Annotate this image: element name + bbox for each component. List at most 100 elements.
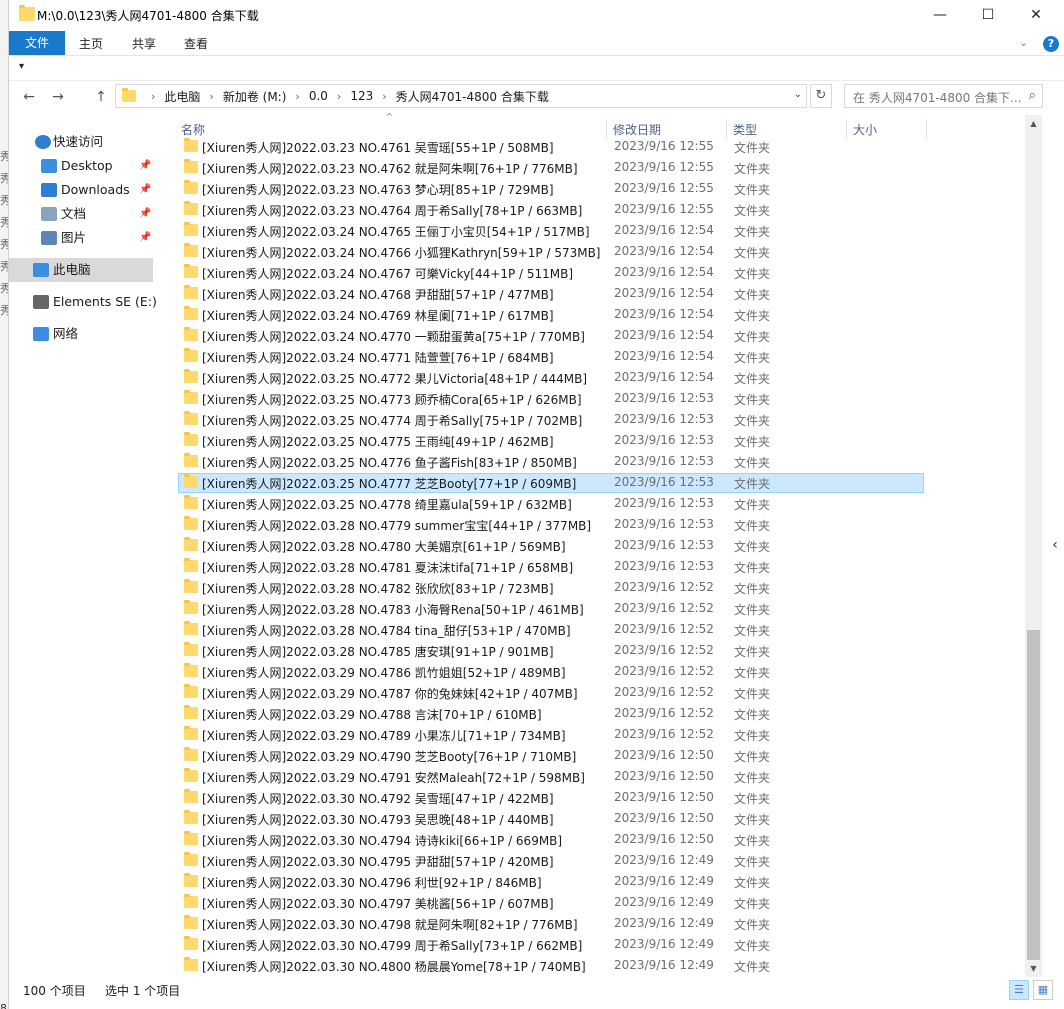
tab-share[interactable]: 共享 (122, 32, 166, 56)
sidebar-item[interactable]: Downloads 📌 (9, 178, 153, 202)
navigation-bar: ← → ↑ › 此电脑 › 新加卷 (M:) › 0.0 › 123 › 秀人网4701-4800… (9, 82, 1064, 112)
table-row[interactable]: [Xiuren秀人网]2022.03.30 NO.4800 杨晨晨Yome[78… (167, 955, 1025, 976)
breadcrumb-separator-icon[interactable]: › (151, 90, 155, 103)
table-row[interactable]: [Xiuren秀人网]2022.03.25 NO.4773 顾乔楠Cora[65… (167, 388, 1025, 409)
table-row[interactable]: [Xiuren秀人网]2022.03.30 NO.4798 就是阿朱啊[82+1… (167, 913, 1025, 934)
table-row[interactable]: [Xiuren秀人网]2022.03.24 NO.4766 小狐狸Kathryn… (167, 241, 1025, 262)
folder-icon (184, 474, 198, 488)
file-name: [Xiuren秀人网]2022.03.23 NO.4762 就是阿朱啊[76+1… (202, 162, 578, 176)
close-button[interactable]: ✕ (1013, 0, 1059, 30)
pin-icon[interactable]: 📌 (139, 154, 151, 178)
back-button[interactable]: ← (19, 88, 39, 106)
breadcrumb-item[interactable]: 0.0 (309, 89, 328, 103)
table-row[interactable]: [Xiuren秀人网]2022.03.30 NO.4796 利世[92+1P /… (167, 871, 1025, 892)
address-bar[interactable]: › 此电脑 › 新加卷 (M:) › 0.0 › 123 › 秀人网4701-4800 合集下载 … (115, 84, 807, 108)
help-icon[interactable]: ? (1043, 36, 1059, 52)
table-row[interactable]: [Xiuren秀人网]2022.03.23 NO.4763 梦心玥[85+1P … (167, 178, 1025, 199)
table-row[interactable]: [Xiuren秀人网]2022.03.25 NO.4778 绮里嘉ula[59+… (167, 493, 1025, 514)
scroll-down-icon[interactable]: ▼ (1025, 960, 1042, 977)
table-row[interactable]: [Xiuren秀人网]2022.03.29 NO.4790 芝芝Booty[76… (167, 745, 1025, 766)
background-text: 秀 (0, 238, 8, 251)
table-row[interactable]: [Xiuren秀人网]2022.03.28 NO.4779 summer宝宝[4… (167, 514, 1025, 535)
table-row[interactable]: [Xiuren秀人网]2022.03.28 NO.4781 夏沫沫tifa[71… (167, 556, 1025, 577)
table-row[interactable]: [Xiuren秀人网]2022.03.23 NO.4764 周于希Sally[7… (167, 199, 1025, 220)
sidebar-item[interactable]: 此电脑 (9, 258, 153, 282)
table-row[interactable]: [Xiuren秀人网]2022.03.28 NO.4782 张欣欣[83+1P … (167, 577, 1025, 598)
sidebar-item[interactable]: 网络 (9, 322, 153, 346)
sidebar-item-label: Elements SE (E:) (53, 294, 157, 309)
table-row[interactable]: [Xiuren秀人网]2022.03.25 NO.4776 鱼子酱Fish[83… (167, 451, 1025, 472)
folder-icon (184, 432, 198, 446)
breadcrumb-separator-icon[interactable]: › (382, 90, 386, 103)
table-row[interactable]: [Xiuren秀人网]2022.03.30 NO.4792 吴雪瑶[47+1P … (167, 787, 1025, 808)
table-row[interactable]: [Xiuren秀人网]2022.03.30 NO.4799 周于希Sally[7… (167, 934, 1025, 955)
breadcrumb-separator-icon[interactable]: › (209, 90, 213, 103)
pane-toggle-icon[interactable]: ‹ (1045, 530, 1064, 560)
tab-home[interactable]: 主页 (69, 32, 113, 56)
table-row[interactable]: [Xiuren秀人网]2022.03.28 NO.4784 tina_甜仔[53… (167, 619, 1025, 640)
table-row[interactable]: [Xiuren秀人网]2022.03.25 NO.4774 周于希Sally[7… (167, 409, 1025, 430)
table-row[interactable]: [Xiuren秀人网]2022.03.30 NO.4797 美桃酱[56+1P … (167, 892, 1025, 913)
table-row[interactable]: [Xiuren秀人网]2022.03.24 NO.4767 可樂Vicky[44… (167, 262, 1025, 283)
table-row[interactable]: [Xiuren秀人网]2022.03.23 NO.4762 就是阿朱啊[76+1… (167, 157, 1025, 178)
pin-icon[interactable]: 📌 (139, 178, 151, 202)
table-row[interactable]: [Xiuren秀人网]2022.03.24 NO.4769 林星阑[71+1P … (167, 304, 1025, 325)
minimize-button[interactable]: — (917, 0, 963, 30)
tab-file[interactable]: 文件 (9, 31, 65, 55)
forward-button[interactable]: → (48, 88, 68, 106)
title-bar[interactable]: M:\0.0\123\秀人网4701-4800 合集下载 — ☐ ✕ (9, 0, 1064, 30)
table-row[interactable]: [Xiuren秀人网]2022.03.24 NO.4765 王俪丁小宝贝[54+… (167, 220, 1025, 241)
table-row[interactable]: [Xiuren秀人网]2022.03.29 NO.4786 凯竹姐姐[52+1P… (167, 661, 1025, 682)
pin-icon[interactable]: 📌 (139, 202, 151, 226)
table-row[interactable]: [Xiuren秀人网]2022.03.30 NO.4795 尹甜甜[57+1P … (167, 850, 1025, 871)
table-row[interactable]: [Xiuren秀人网]2022.03.25 NO.4777 芝芝Booty[77… (167, 472, 1025, 493)
table-row[interactable]: [Xiuren秀人网]2022.03.25 NO.4775 王雨纯[49+1P … (167, 430, 1025, 451)
modified-date: 2023/9/16 12:53 (614, 559, 714, 573)
table-row[interactable]: [Xiuren秀人网]2022.03.29 NO.4787 你的兔妹妹[42+1… (167, 682, 1025, 703)
scroll-up-icon[interactable]: ▲ (1025, 115, 1042, 132)
folder-icon (184, 621, 198, 635)
scroll-thumb[interactable] (1027, 630, 1040, 960)
table-row[interactable]: [Xiuren秀人网]2022.03.28 NO.4783 小海臀Rena[50… (167, 598, 1025, 619)
table-row[interactable]: [Xiuren秀人网]2022.03.29 NO.4788 言沫[70+1P /… (167, 703, 1025, 724)
table-row[interactable]: [Xiuren秀人网]2022.03.24 NO.4771 陆萱萱[76+1P … (167, 346, 1025, 367)
customize-toolbar-icon[interactable]: ▾ (19, 61, 24, 72)
table-row[interactable]: [Xiuren秀人网]2022.03.25 NO.4772 果儿Victoria… (167, 367, 1025, 388)
maximize-button[interactable]: ☐ (965, 0, 1011, 30)
sidebar-item[interactable]: 图片 📌 (9, 226, 153, 250)
sidebar-item[interactable]: 快速访问 (9, 130, 153, 154)
table-row[interactable]: [Xiuren秀人网]2022.03.28 NO.4785 唐安琪[91+1P … (167, 640, 1025, 661)
breadcrumb-item[interactable]: 新加卷 (M:) (223, 88, 287, 105)
table-row[interactable]: [Xiuren秀人网]2022.03.24 NO.4770 一颗甜蛋黄a[75+… (167, 325, 1025, 346)
pin-icon[interactable]: 📌 (139, 226, 151, 250)
refresh-button[interactable]: ↻ (810, 84, 832, 108)
breadcrumb-item[interactable]: 秀人网4701-4800 合集下载 (396, 88, 549, 105)
sidebar-item[interactable]: Desktop 📌 (9, 154, 153, 178)
sidebar-item[interactable]: Elements SE (E:) (9, 290, 157, 314)
breadcrumb-separator-icon[interactable]: › (337, 90, 341, 103)
search-input[interactable]: 在 秀人网4701-4800 合集下... ⌕ (844, 84, 1043, 108)
breadcrumb-separator-icon[interactable]: › (295, 90, 299, 103)
table-row[interactable]: [Xiuren秀人网]2022.03.29 NO.4791 安然Maleah[7… (167, 766, 1025, 787)
breadcrumb-item[interactable]: 123 (350, 89, 373, 103)
tiles-view-button[interactable]: ▦ (1033, 980, 1053, 1000)
table-row[interactable]: [Xiuren秀人网]2022.03.30 NO.4794 诗诗kiki[66+… (167, 829, 1025, 850)
tab-view[interactable]: 查看 (174, 32, 218, 56)
file-name: [Xiuren秀人网]2022.03.30 NO.4800 杨晨晨Yome[78… (202, 960, 586, 974)
file-name: [Xiuren秀人网]2022.03.24 NO.4767 可樂Vicky[44… (202, 267, 574, 281)
up-button[interactable]: ↑ (91, 88, 111, 106)
vertical-scrollbar[interactable]: ▲ ▼ (1025, 115, 1042, 977)
sidebar-item[interactable]: 文档 📌 (9, 202, 153, 226)
breadcrumb-item[interactable]: 此电脑 (164, 88, 200, 105)
file-type: 文件夹 (734, 309, 771, 323)
ribbon-expand-icon[interactable]: ⌄ (1019, 36, 1028, 49)
selection-count: 选中 1 个项目 (105, 984, 181, 998)
file-name: [Xiuren秀人网]2022.03.30 NO.4793 吴思晚[48+1P … (202, 813, 554, 827)
table-row[interactable]: [Xiuren秀人网]2022.03.24 NO.4768 尹甜甜[57+1P … (167, 283, 1025, 304)
table-row[interactable]: [Xiuren秀人网]2022.03.30 NO.4793 吴思晚[48+1P … (167, 808, 1025, 829)
table-row[interactable]: [Xiuren秀人网]2022.03.29 NO.4789 小果冻儿[71+1P… (167, 724, 1025, 745)
details-view-button[interactable]: ☰ (1009, 980, 1029, 1000)
table-row[interactable]: [Xiuren秀人网]2022.03.28 NO.4780 大美媚京[61+1P… (167, 535, 1025, 556)
chevron-down-icon[interactable]: ⌄ (794, 89, 802, 100)
table-row[interactable]: [Xiuren秀人网]2022.03.23 NO.4761 吴雪瑶[55+1P … (167, 136, 1025, 157)
